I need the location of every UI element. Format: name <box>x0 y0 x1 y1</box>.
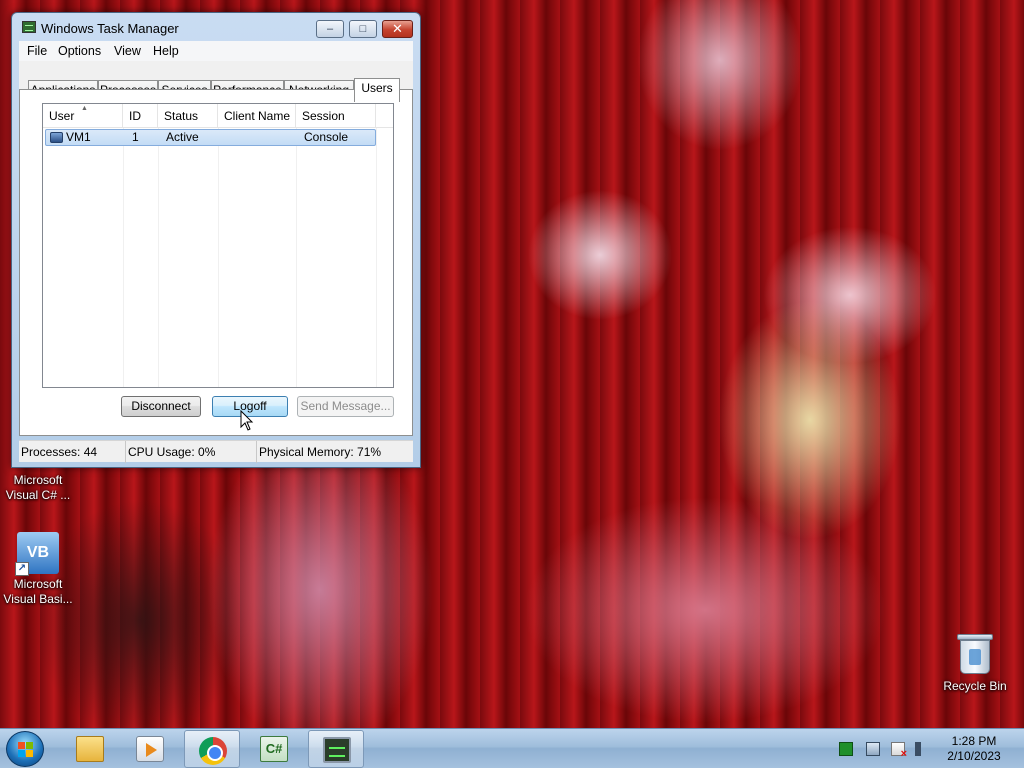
mouse-pointer-icon <box>240 410 254 431</box>
menu-options[interactable]: Options <box>58 44 101 58</box>
taskbar-visual-csharp[interactable]: C# <box>246 730 302 768</box>
column-header-client-name[interactable]: Client Name <box>218 104 296 128</box>
desktop-icon-recycle-bin[interactable]: Recycle Bin <box>937 632 1013 694</box>
task-manager-window: Windows Task Manager – □ ✕ File Options … <box>11 12 421 468</box>
taskbar-task-manager[interactable] <box>308 730 364 768</box>
menu-view[interactable]: View <box>114 44 141 58</box>
cell-session: Console <box>304 130 349 144</box>
maximize-button[interactable]: □ <box>349 20 377 38</box>
column-header-user[interactable]: User ▲ <box>43 104 123 128</box>
windows-logo-icon <box>18 742 34 758</box>
shortcut-arrow-icon: ↗ <box>15 562 29 576</box>
user-icon <box>50 132 63 143</box>
start-button[interactable] <box>6 731 44 767</box>
status-processes: Processes: 44 <box>19 441 126 463</box>
cell-status: Active <box>166 130 199 144</box>
send-message-button[interactable]: Send Message... <box>297 396 394 417</box>
close-button[interactable]: ✕ <box>382 20 413 38</box>
users-panel: User ▲ ID Status Client Name Session VM1… <box>19 89 413 436</box>
desktop-icon-visual-csharp[interactable]: Microsoft Visual C# ... <box>0 473 76 503</box>
disconnect-button[interactable]: Disconnect <box>121 396 201 417</box>
column-header-id[interactable]: ID <box>123 104 158 128</box>
task-manager-icon <box>323 737 351 763</box>
minimize-button[interactable]: – <box>316 20 344 38</box>
clock-date: 2/10/2023 <box>947 749 1001 763</box>
menu-file[interactable]: File <box>27 44 47 58</box>
menu-help[interactable]: Help <box>153 44 179 58</box>
visual-basic-icon: VB ↗ <box>15 532 59 576</box>
list-header: User ▲ ID Status Client Name Session <box>43 104 393 128</box>
tray-status-icon[interactable] <box>839 742 853 756</box>
clock[interactable]: 1:28 PM 2/10/2023 <box>938 734 1010 764</box>
desktop-icon-label: Microsoft Visual Basi... <box>3 577 73 606</box>
desktop-icon-label: Microsoft Visual C# ... <box>5 473 71 502</box>
taskbar-chrome[interactable] <box>184 730 240 768</box>
title-bar[interactable]: Windows Task Manager – □ ✕ <box>12 13 420 39</box>
table-row[interactable]: VM1 1 Active Console <box>45 129 376 146</box>
cell-id: 1 <box>132 130 139 144</box>
action-center-flag-icon[interactable] <box>891 742 907 760</box>
menu-bar: File Options View Help <box>19 41 413 61</box>
clock-time: 1:28 PM <box>951 734 997 748</box>
sort-ascending-icon: ▲ <box>81 105 88 112</box>
folder-icon <box>76 736 104 762</box>
window-title: Windows Task Manager <box>41 21 179 36</box>
users-list[interactable]: User ▲ ID Status Client Name Session VM1… <box>42 103 394 388</box>
chrome-icon <box>199 737 227 765</box>
media-player-icon <box>136 736 164 762</box>
column-header-session[interactable]: Session <box>296 104 376 128</box>
desktop-icon-label: Recycle Bin <box>943 679 1007 693</box>
status-physical-memory: Physical Memory: 71% <box>259 445 382 459</box>
recycle-bin-icon <box>957 632 993 676</box>
status-bar: Processes: 44 CPU Usage: 0% Physical Mem… <box>19 440 413 463</box>
taskbar-explorer[interactable] <box>62 730 118 768</box>
status-cpu-usage: CPU Usage: 0% <box>126 441 257 463</box>
taskbar: C# 1:28 PM 2/10/2023 <box>0 728 1024 768</box>
taskbar-media-player[interactable] <box>122 730 178 768</box>
volume-icon[interactable] <box>915 742 923 756</box>
network-icon[interactable] <box>866 742 880 756</box>
tab-users[interactable]: Users <box>354 78 400 102</box>
cell-user: VM1 <box>66 130 91 144</box>
visual-csharp-icon: C# <box>260 736 288 762</box>
column-header-status[interactable]: Status <box>158 104 218 128</box>
task-manager-icon <box>22 21 36 33</box>
desktop-icon-visual-basic[interactable]: VB ↗ Microsoft Visual Basi... <box>0 532 76 607</box>
